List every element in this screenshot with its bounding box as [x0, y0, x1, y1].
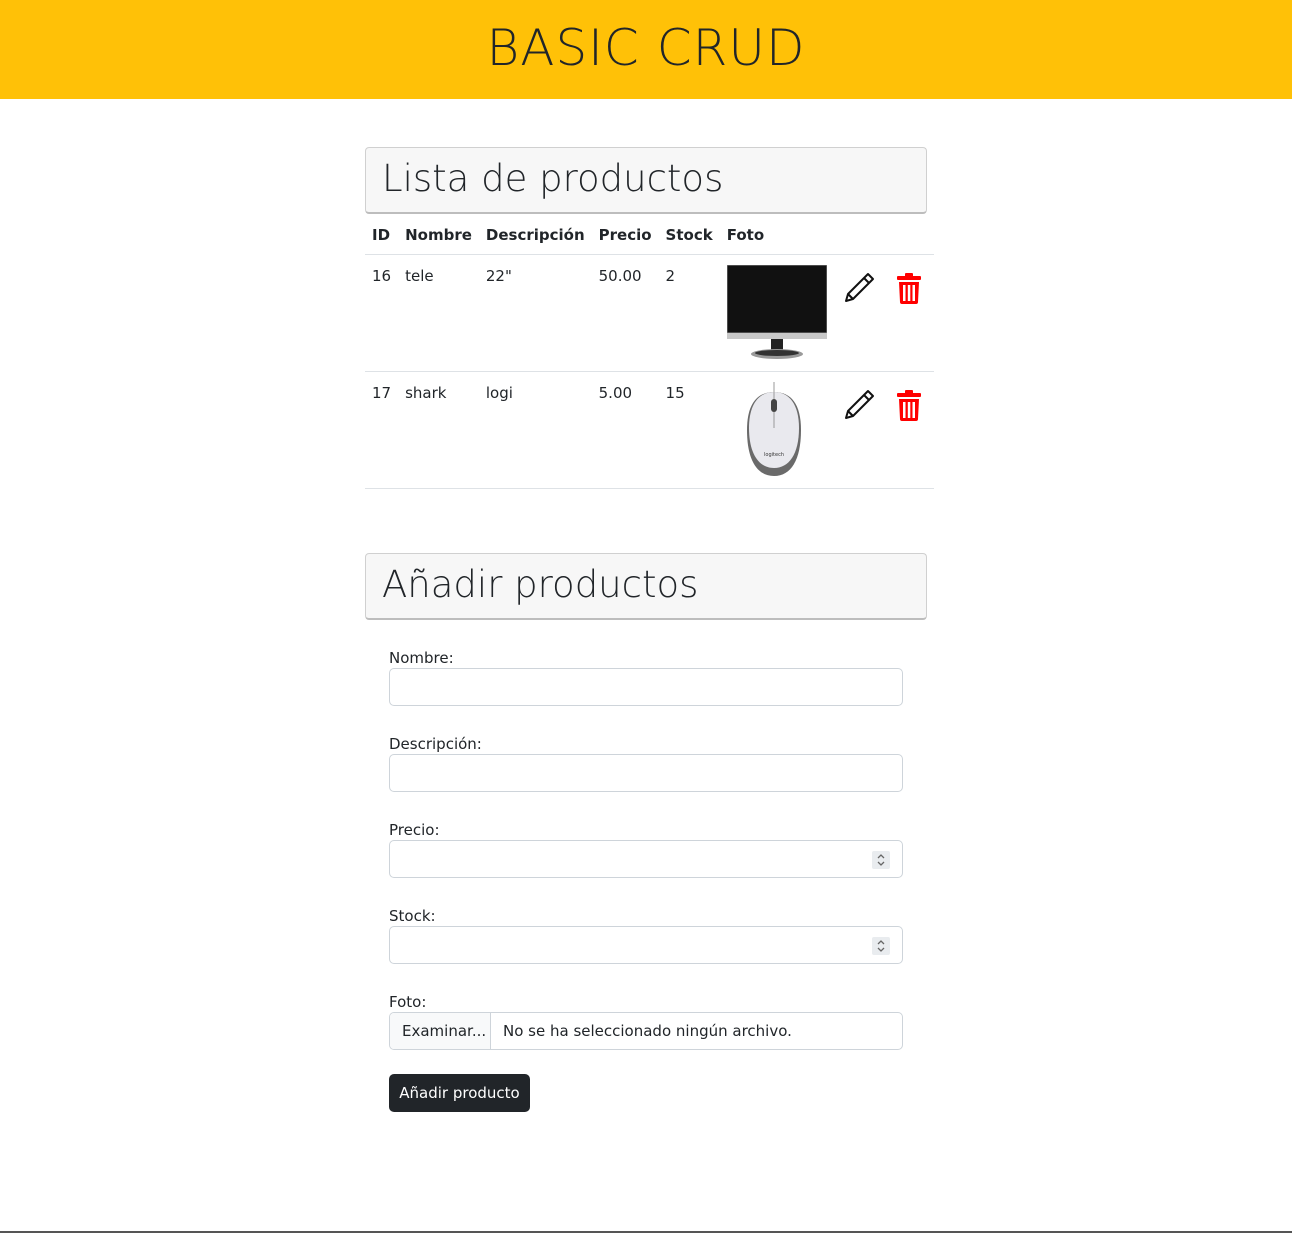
table-row: 17 shark logi 5.00 15 logitech	[365, 371, 934, 489]
cell-descripcion: logi	[478, 371, 592, 489]
cell-id: 17	[365, 371, 399, 489]
precio-input[interactable]	[389, 840, 903, 878]
nombre-group: Nombre:	[389, 648, 903, 706]
cell-stock: 2	[658, 254, 720, 372]
cell-precio: 5.00	[591, 371, 659, 489]
pencil-icon[interactable]	[841, 387, 877, 423]
pencil-icon[interactable]	[841, 270, 877, 306]
cell-foto: logitech	[719, 371, 834, 489]
foto-file-input[interactable]: Examinar... No se ha seleccionado ningún…	[389, 1012, 903, 1050]
precio-label: Precio:	[389, 821, 440, 839]
cell-nombre: tele	[398, 254, 479, 372]
table-header-row: ID Nombre Descripción Precio Stock Foto	[365, 216, 934, 255]
descripcion-input[interactable]	[389, 754, 903, 792]
stock-label: Stock:	[389, 907, 436, 925]
number-spinner-icon[interactable]	[872, 937, 890, 955]
page-title: BASIC CRUD	[486, 19, 806, 77]
table-row: 16 tele 22" 50.00 2	[365, 254, 934, 372]
cell-delete	[883, 254, 934, 372]
descripcion-group: Descripción:	[389, 734, 903, 792]
add-product-button[interactable]: Añadir producto	[389, 1074, 530, 1112]
col-header-edit	[833, 216, 884, 255]
col-header-id: ID	[365, 216, 399, 255]
trash-icon[interactable]	[891, 270, 927, 306]
col-header-precio: Precio	[591, 216, 659, 255]
cell-nombre: shark	[398, 371, 479, 489]
nombre-input[interactable]	[389, 668, 903, 706]
monitor-image	[726, 264, 827, 359]
list-section-header: Lista de productos	[365, 147, 927, 214]
cell-foto	[719, 254, 834, 372]
foto-group: Foto: Examinar... No se ha seleccionado …	[389, 992, 903, 1050]
add-section-header: Añadir productos	[365, 553, 927, 620]
stock-group: Stock:	[389, 906, 903, 964]
trash-icon[interactable]	[891, 387, 927, 423]
cell-edit	[833, 254, 884, 372]
cell-delete	[883, 371, 934, 489]
products-table: ID Nombre Descripción Precio Stock Foto …	[365, 216, 934, 489]
mouse-image: logitech	[746, 381, 801, 476]
stock-input[interactable]	[389, 926, 903, 964]
cell-descripcion: 22"	[478, 254, 592, 372]
foto-label: Foto:	[389, 993, 427, 1011]
add-section-title: Añadir productos	[382, 563, 699, 606]
mouse-brand-label: logitech	[764, 452, 784, 458]
col-header-nombre: Nombre	[398, 216, 479, 255]
cell-stock: 15	[658, 371, 720, 489]
file-browse-button[interactable]: Examinar...	[390, 1013, 491, 1049]
top-header: BASIC CRUD	[0, 0, 1292, 99]
cell-edit	[833, 371, 884, 489]
col-header-foto: Foto	[719, 216, 834, 255]
col-header-delete	[883, 216, 934, 255]
list-section-title: Lista de productos	[382, 157, 724, 200]
col-header-descripcion: Descripción	[478, 216, 592, 255]
descripcion-label: Descripción:	[389, 735, 482, 753]
precio-group: Precio:	[389, 820, 903, 878]
nombre-label: Nombre:	[389, 649, 454, 667]
col-header-stock: Stock	[658, 216, 720, 255]
cell-precio: 50.00	[591, 254, 659, 372]
file-status-text: No se ha seleccionado ningún archivo.	[503, 1022, 792, 1040]
cell-id: 16	[365, 254, 399, 372]
number-spinner-icon[interactable]	[872, 851, 890, 869]
